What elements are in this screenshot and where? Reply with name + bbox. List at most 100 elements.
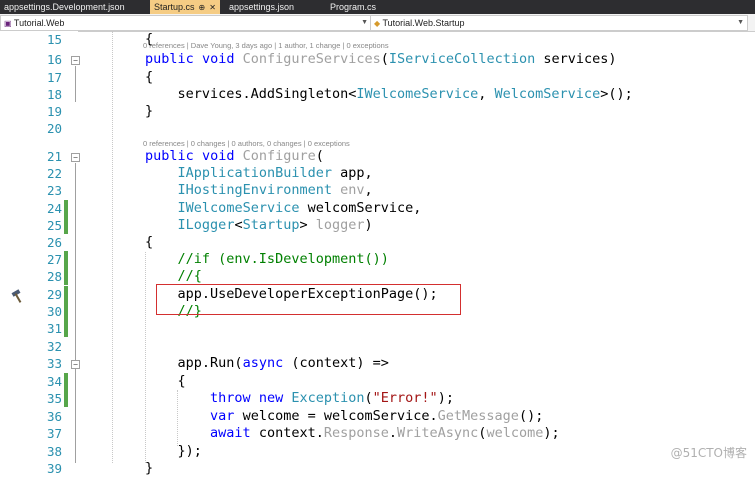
code-line[interactable]: 15 {: [0, 31, 755, 48]
code-line[interactable]: 17 {: [0, 69, 755, 86]
highlight-box: [156, 284, 461, 315]
code-line[interactable]: 26 {: [0, 234, 755, 251]
chevron-down-icon: ▼: [737, 19, 744, 26]
change-marker: [64, 390, 68, 407]
line-number: 35: [46, 391, 62, 406]
code-text: await context.Response.WriteAsync(welcom…: [210, 425, 560, 441]
line-number: 18: [46, 87, 62, 102]
line-number: 25: [46, 218, 62, 233]
code-text: IWelcomeService welcomService,: [177, 200, 422, 216]
tab-label: appsettings.json: [229, 2, 295, 12]
code-line[interactable]: 25 ILogger<Startup> logger): [0, 217, 755, 234]
code-text: {: [80, 31, 154, 47]
line-number: 19: [46, 104, 62, 119]
code-text: public void Configure(: [145, 148, 324, 164]
code-text: IHostingEnvironment env,: [177, 182, 373, 198]
line-number: 38: [46, 444, 62, 459]
code-line[interactable]: 23 IHostingEnvironment env,: [0, 182, 755, 199]
code-line[interactable]: 24 IWelcomeService welcomService,: [0, 200, 755, 217]
code-line[interactable]: 21− public void Configure(: [0, 148, 755, 165]
code-line[interactable]: 16− public void ConfigureServices(IServi…: [0, 51, 755, 68]
class-label: Tutorial.Web.Startup: [382, 18, 465, 28]
chevron-down-icon: ▼: [361, 19, 368, 26]
change-marker: [64, 303, 68, 320]
code-line[interactable]: 38 });: [0, 443, 755, 460]
line-number: 30: [46, 304, 62, 319]
collapse-icon[interactable]: −: [71, 153, 80, 162]
code-text: app.Run(async (context) =>: [80, 355, 389, 371]
code-text: //{: [80, 268, 202, 284]
collapse-icon[interactable]: −: [71, 56, 80, 65]
code-text: {: [80, 373, 186, 389]
class-dropdown[interactable]: ◆ Tutorial.Web.Startup ▼: [370, 15, 748, 31]
code-line[interactable]: 35 throw new Exception("Error!");: [0, 390, 755, 407]
line-number: 26: [46, 235, 62, 250]
change-marker: [64, 200, 68, 217]
line-number: 23: [46, 183, 62, 198]
csharp-project-icon: ▣: [4, 19, 12, 28]
project-dropdown[interactable]: ▣ Tutorial.Web ▼: [0, 15, 372, 31]
line-number: 21: [46, 149, 62, 164]
code-line[interactable]: 37 await context.Response.WriteAsync(wel…: [0, 425, 755, 442]
code-text: {: [80, 69, 154, 85]
tab-startup[interactable]: Startup.cs ⊕ ✕: [150, 0, 220, 14]
line-number: 17: [46, 70, 62, 85]
code-text: throw new Exception("Error!");: [210, 390, 454, 406]
code-line[interactable]: 27 //if (env.IsDevelopment()): [0, 251, 755, 268]
code-line[interactable]: 31: [0, 320, 755, 337]
code-lens[interactable]: 0 references | 0 changes | 0 authors, 0 …: [143, 139, 350, 148]
code-text: //if (env.IsDevelopment()): [80, 251, 389, 267]
tab-label: Program.cs: [330, 2, 377, 12]
code-line[interactable]: 20: [0, 120, 755, 137]
watermark: @51CTO博客: [670, 446, 747, 460]
tab-appsettings-development[interactable]: appsettings.Development.json: [0, 0, 129, 14]
line-number: 20: [46, 121, 62, 136]
tab-appsettings[interactable]: appsettings.json: [225, 0, 298, 14]
line-number: 15: [46, 32, 62, 47]
code-text: public void ConfigureServices(IServiceCo…: [145, 51, 617, 67]
line-number: 33: [46, 356, 62, 371]
change-marker: [64, 217, 68, 234]
code-line[interactable]: 34 {: [0, 373, 755, 390]
code-line[interactable]: 18 services.AddSingleton<IWelcomeService…: [0, 86, 755, 103]
code-line[interactable]: 33− app.Run(async (context) =>: [0, 355, 755, 372]
line-number: 27: [46, 252, 62, 267]
line-number: 32: [46, 339, 62, 354]
line-number: 31: [46, 321, 62, 336]
code-line[interactable]: 19 }: [0, 103, 755, 120]
line-number: 28: [46, 269, 62, 284]
code-text: {: [80, 234, 154, 250]
tab-label: appsettings.Development.json: [4, 2, 125, 12]
code-line[interactable]: 22 IApplicationBuilder app,: [0, 165, 755, 182]
tab-program[interactable]: Program.cs: [326, 0, 380, 14]
project-label: Tutorial.Web: [13, 18, 65, 28]
line-number: 39: [46, 461, 62, 476]
line-number: 24: [46, 201, 62, 216]
code-line[interactable]: 39 }: [0, 460, 755, 477]
close-icon[interactable]: ✕: [209, 3, 216, 12]
code-line[interactable]: 36 var welcome = welcomService.GetMessag…: [0, 408, 755, 425]
change-marker: [64, 286, 68, 303]
code-line[interactable]: 32: [0, 338, 755, 355]
code-text: IApplicationBuilder app,: [177, 165, 373, 181]
line-number: 29: [46, 287, 62, 302]
line-number: 16: [46, 52, 62, 67]
change-marker: [64, 268, 68, 285]
line-number: 36: [46, 409, 62, 424]
tab-label: Startup.cs: [154, 2, 195, 12]
class-icon: ◆: [374, 19, 381, 28]
line-number: 34: [46, 374, 62, 389]
tab-bar: appsettings.Development.json Startup.cs ⊕…: [0, 0, 755, 14]
code-line[interactable]: 28 //{: [0, 268, 755, 285]
navigation-bar: ▣ Tutorial.Web ▼ ◆ Tutorial.Web.Startup …: [0, 14, 755, 32]
code-text: services.AddSingleton<IWelcomeService, W…: [80, 86, 633, 102]
collapse-icon[interactable]: −: [71, 360, 80, 369]
code-text: }: [80, 460, 154, 476]
line-number: 22: [46, 166, 62, 181]
line-number: 37: [46, 426, 62, 441]
change-marker: [64, 251, 68, 268]
code-text: ILogger<Startup> logger): [177, 217, 373, 233]
quick-actions-hammer-icon[interactable]: [10, 289, 26, 303]
change-marker: [64, 320, 68, 337]
pin-icon[interactable]: ⊕: [199, 3, 206, 12]
